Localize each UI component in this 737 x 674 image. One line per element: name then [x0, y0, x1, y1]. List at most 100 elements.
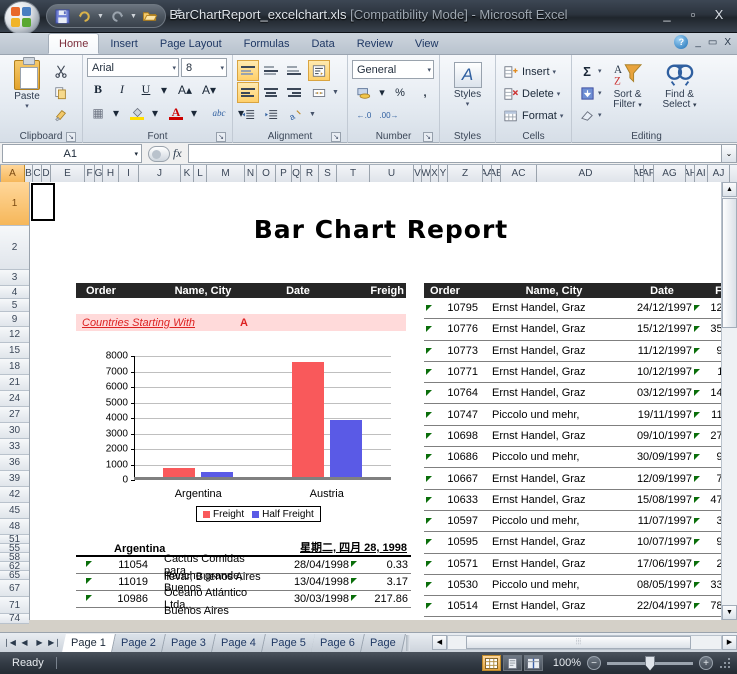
- bold-button[interactable]: B: [87, 79, 109, 100]
- column-header-ag[interactable]: AG: [654, 165, 686, 182]
- number-dialog-launcher[interactable]: ↘: [423, 132, 433, 142]
- clipboard-dialog-launcher[interactable]: ↘: [66, 132, 76, 142]
- row-header-36[interactable]: 36: [0, 455, 29, 471]
- column-header-x[interactable]: X: [431, 165, 439, 182]
- orientation-icon[interactable]: a: [285, 104, 307, 125]
- column-header-n[interactable]: N: [245, 165, 257, 182]
- column-header-c[interactable]: C: [33, 165, 42, 182]
- column-header-r[interactable]: R: [301, 165, 319, 182]
- scroll-right-button[interactable]: ▶: [722, 634, 737, 650]
- row-header-42[interactable]: 42: [0, 487, 29, 503]
- italic-button[interactable]: I: [111, 79, 133, 100]
- window-minimize-button[interactable]: _: [657, 5, 677, 23]
- column-header-o[interactable]: O: [257, 165, 276, 182]
- tab-page-layout[interactable]: Page Layout: [149, 33, 233, 54]
- tab-formulas[interactable]: Formulas: [233, 33, 301, 54]
- fill-color-dropdown-icon[interactable]: ▾: [150, 102, 160, 123]
- clear-dropdown-icon[interactable]: ▾: [598, 111, 602, 119]
- bottom-align-icon[interactable]: [283, 60, 305, 81]
- ribbon-minimize-button[interactable]: _: [695, 37, 701, 48]
- scroll-down-button[interactable]: ▼: [722, 605, 737, 620]
- row-header-21[interactable]: 21: [0, 375, 29, 391]
- row-header-58[interactable]: 58: [0, 553, 29, 562]
- row-header-48[interactable]: 48: [0, 519, 29, 535]
- undo-dropdown-icon[interactable]: ▼: [96, 6, 105, 26]
- help-icon[interactable]: ?: [674, 35, 689, 49]
- table-row[interactable]: 10764 Ernst Handel, Graz 03/12/1997145.45: [424, 383, 721, 405]
- row-header-45[interactable]: 45: [0, 503, 29, 519]
- undo-icon[interactable]: [74, 6, 94, 26]
- resize-grip[interactable]: [719, 657, 731, 669]
- table-row[interactable]: 10595 Ernst Handel, Graz 10/07/199796.78: [424, 532, 721, 554]
- column-header-b[interactable]: B: [25, 165, 33, 182]
- underline-dropdown-icon[interactable]: ▾: [159, 79, 169, 100]
- save-icon[interactable]: [52, 6, 72, 26]
- tab-insert[interactable]: Insert: [99, 33, 149, 54]
- column-header-a[interactable]: A: [1, 165, 25, 182]
- last-sheet-button[interactable]: ▶❘: [48, 636, 61, 650]
- window-close-button[interactable]: X: [709, 5, 729, 23]
- wrap-text-icon[interactable]: [308, 60, 330, 81]
- format-dropdown-icon[interactable]: ▾: [560, 112, 564, 120]
- zoom-slider-thumb[interactable]: [645, 655, 655, 671]
- row-header-3[interactable]: 3: [0, 270, 29, 286]
- name-box[interactable]: A1 ▾: [2, 144, 142, 163]
- column-header-ae[interactable]: AE: [635, 165, 644, 182]
- format-painter-icon[interactable]: [50, 105, 72, 125]
- row-header-67[interactable]: 67: [0, 580, 29, 597]
- tab-data[interactable]: Data: [300, 33, 345, 54]
- align-right-icon[interactable]: [283, 82, 305, 103]
- alignment-dialog-launcher[interactable]: ↘: [331, 132, 341, 142]
- sheet-tab-page-3[interactable]: Page 3: [161, 633, 216, 652]
- cut-icon[interactable]: [50, 61, 72, 81]
- normal-view-icon[interactable]: [482, 655, 501, 671]
- formula-input[interactable]: [187, 144, 721, 163]
- align-center-icon[interactable]: [260, 82, 282, 103]
- clear-button[interactable]: ▾: [576, 104, 602, 126]
- column-header-s[interactable]: S: [319, 165, 337, 182]
- next-sheet-button[interactable]: ▶: [33, 636, 46, 650]
- column-header-u[interactable]: U: [370, 165, 414, 182]
- column-header-aa[interactable]: AA: [483, 165, 492, 182]
- row-header-39[interactable]: 39: [0, 471, 29, 487]
- comma-style-button[interactable]: ,: [413, 82, 437, 103]
- insert-dropdown-icon[interactable]: ▾: [553, 68, 557, 76]
- table-row[interactable]: 10771 Ernst Handel, Graz 10/12/199711.19: [424, 362, 721, 384]
- prev-sheet-button[interactable]: ◀: [18, 636, 31, 650]
- column-header-k[interactable]: K: [181, 165, 194, 182]
- table-row[interactable]: 10514 Ernst Handel, Graz 22/04/1997789.95: [424, 596, 721, 618]
- font-color-icon[interactable]: A: [165, 102, 187, 123]
- styles-dropdown-icon[interactable]: ▾: [466, 100, 470, 108]
- column-header-m[interactable]: M: [207, 165, 245, 182]
- column-header-af[interactable]: AF: [644, 165, 654, 182]
- format-cells-button[interactable]: Format ▾: [500, 105, 566, 127]
- row-header-9[interactable]: 9: [0, 312, 29, 327]
- font-color-dropdown-icon[interactable]: ▾: [189, 102, 199, 123]
- row-header-30[interactable]: 30: [0, 423, 29, 439]
- sheet-tab-page-2[interactable]: Page 2: [111, 633, 166, 652]
- row-header-55[interactable]: 55: [0, 544, 29, 553]
- delete-dropdown-icon[interactable]: ▾: [557, 90, 561, 98]
- column-header-z[interactable]: Z: [448, 165, 483, 182]
- table-row[interactable]: 10571 Ernst Handel, Graz 17/06/199726.06: [424, 554, 721, 575]
- page-break-view-icon[interactable]: [524, 655, 543, 671]
- column-header-t[interactable]: T: [337, 165, 370, 182]
- page-layout-view-icon[interactable]: [503, 655, 522, 671]
- row-header-33[interactable]: 33: [0, 439, 29, 455]
- column-header-ak[interactable]: AK: [730, 165, 737, 182]
- find-select-button[interactable]: Find & Select ▾: [654, 58, 706, 111]
- column-header-ab[interactable]: AB: [492, 165, 501, 182]
- styles-button[interactable]: A Styles ▾: [445, 58, 491, 108]
- tab-split-handle[interactable]: [405, 634, 410, 651]
- tab-review[interactable]: Review: [346, 33, 404, 54]
- column-header-ai[interactable]: AI: [695, 165, 708, 182]
- table-row[interactable]: 10986 Océano Atlántico Ltda., Buenos Aires…: [76, 587, 411, 617]
- row-header-27[interactable]: 27: [0, 407, 29, 423]
- column-header-d[interactable]: D: [42, 165, 51, 182]
- accounting-dropdown-icon[interactable]: ▾: [377, 82, 387, 103]
- column-header-j[interactable]: J: [139, 165, 181, 182]
- formula-collapse-icon[interactable]: [148, 145, 170, 162]
- autosum-button[interactable]: Σ ▾: [576, 60, 601, 82]
- paste-button[interactable]: Paste ▾: [4, 57, 50, 110]
- increase-indent-icon[interactable]: [260, 104, 282, 125]
